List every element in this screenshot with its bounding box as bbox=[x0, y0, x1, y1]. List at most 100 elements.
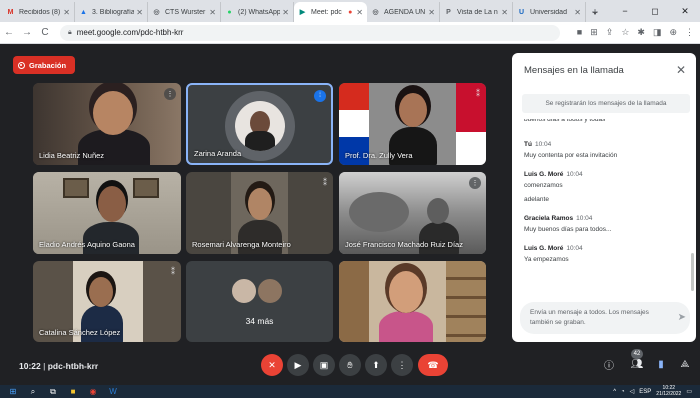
recording-label: Grabación bbox=[29, 60, 67, 70]
translate-icon[interactable]: ⊞ bbox=[590, 27, 598, 38]
tab-close-icon[interactable]: ✕ bbox=[136, 8, 143, 17]
reload-icon[interactable]: C bbox=[36, 27, 54, 38]
self-view-tile[interactable] bbox=[339, 261, 486, 342]
camera-icon[interactable]: ■ bbox=[577, 27, 582, 38]
notifications-icon[interactable]: ▭ bbox=[686, 388, 692, 395]
chat-messages: buenos días a todos y todas Tú 10:04 Muy … bbox=[524, 119, 684, 294]
more-options-button[interactable]: ⋮ bbox=[391, 354, 413, 376]
close-window-button[interactable]: ✕ bbox=[670, 0, 700, 22]
camera-toggle-button[interactable]: ▶ bbox=[287, 354, 309, 376]
chevron-up-icon[interactable]: ^ bbox=[613, 389, 616, 395]
system-tray: ^ ◔ ◁ ESP 10:22 21/12/2022 ▭ bbox=[613, 385, 692, 398]
leave-call-button[interactable]: ☎︎ bbox=[418, 354, 448, 376]
url-input[interactable]: 🔒︎ meet.google.com/pdc-htbh-krr bbox=[60, 24, 560, 41]
browser-tab[interactable]: ● (2) WhatsApp ✕ bbox=[221, 2, 294, 22]
star-icon[interactable]: ☆ bbox=[621, 27, 629, 38]
participant-tile[interactable]: ⋮ Lidia Beatriz Nuñez bbox=[33, 83, 181, 165]
participant-name: Rosemari Alvarenga Monteiro bbox=[192, 240, 291, 249]
participant-tile[interactable]: ⋮ José Francisco Machado Ruiz Díaz bbox=[339, 172, 486, 254]
sidepanel-icon[interactable]: ◨ bbox=[653, 27, 662, 38]
send-icon[interactable]: ➤ bbox=[678, 312, 686, 323]
activities-button[interactable]: ⟁ bbox=[676, 355, 694, 373]
chat-panel: Mensajes en la llamada ✕ Se registrarán … bbox=[512, 53, 696, 342]
tab-search-button[interactable]: ⌄ bbox=[580, 0, 610, 22]
clock[interactable]: 10:22 21/12/2022 bbox=[656, 385, 681, 397]
browser-tab[interactable]: ▲ 3. Bibliografía ✕ bbox=[75, 2, 148, 22]
chrome-icon[interactable]: ◉ bbox=[86, 387, 100, 397]
participant-tile[interactable]: ⁑ Rosemari Alvarenga Monteiro bbox=[186, 172, 333, 254]
chat-button[interactable]: ▮ bbox=[652, 355, 670, 373]
recording-badge[interactable]: Grabación bbox=[13, 56, 75, 74]
trees bbox=[349, 192, 409, 232]
more-participants-tile[interactable]: 34 más bbox=[186, 261, 333, 342]
chat-message-header: Tú 10:04 bbox=[524, 141, 684, 148]
chat-time: 10:04 bbox=[566, 171, 583, 178]
minimize-button[interactable]: − bbox=[610, 0, 640, 22]
participants-count-badge: 42 bbox=[631, 349, 643, 359]
windows-start-icon[interactable]: ⊞ bbox=[6, 387, 20, 397]
meeting-code[interactable]: pdc-htbh-krr bbox=[48, 361, 99, 371]
tab-close-icon[interactable]: ✕ bbox=[209, 8, 216, 17]
profile-icon[interactable]: ⊕ bbox=[669, 27, 677, 38]
participant-head bbox=[98, 186, 126, 222]
captions-button[interactable]: ▣ bbox=[313, 354, 335, 376]
tab-close-icon[interactable]: ✕ bbox=[428, 8, 435, 17]
restore-button[interactable]: ◻ bbox=[640, 0, 670, 22]
tab-close-icon[interactable]: ✕ bbox=[282, 8, 289, 17]
window-controls: ⌄ − ◻ ✕ bbox=[580, 0, 700, 22]
tab-close-icon[interactable]: ✕ bbox=[356, 8, 363, 17]
search-icon[interactable]: ⌕ bbox=[26, 387, 40, 397]
present-button[interactable]: ⬆ bbox=[365, 354, 387, 376]
menu-icon[interactable]: ⋮ bbox=[685, 27, 694, 38]
participant-tile[interactable]: ⁑ Catalina Sánchez López bbox=[33, 261, 181, 342]
screen: M Recibidos (8) ✕ ▲ 3. Bibliografía ✕ ◎ CTS W… bbox=[0, 0, 700, 398]
back-icon[interactable]: ← bbox=[0, 27, 18, 38]
share-icon[interactable]: ⇪ bbox=[606, 27, 614, 38]
browser-tab[interactable]: ◎ AGENDA UN ✕ bbox=[367, 2, 440, 22]
participant-head bbox=[427, 198, 449, 224]
close-icon[interactable]: ✕ bbox=[676, 63, 686, 77]
browser-tab-active[interactable]: ▶ Meet: pdc ● ✕ bbox=[294, 2, 367, 22]
word-icon[interactable]: W bbox=[106, 387, 120, 397]
network-icon[interactable]: ◔ bbox=[621, 389, 625, 395]
participant-tile[interactable]: Eladio Andrés Aquino Gaona bbox=[33, 172, 181, 254]
chat-message-group: Graciela Ramos 10:04 Muy buenos días para… bbox=[524, 215, 684, 233]
chat-input[interactable]: Envía un mensaje a todos. Los mensajes t… bbox=[520, 302, 690, 334]
meeting-time: 10:22 bbox=[19, 361, 41, 371]
participant-head bbox=[399, 93, 427, 127]
wall-picture bbox=[133, 178, 159, 198]
participant-tile-speaking[interactable]: ⦙ Zarina Aranda bbox=[186, 83, 333, 165]
browser-tab[interactable]: M Recibidos (8) ✕ bbox=[2, 2, 75, 22]
phone-hangup-icon: ☎︎ bbox=[427, 359, 439, 370]
tab-close-icon[interactable]: ✕ bbox=[63, 8, 70, 17]
forward-icon[interactable]: → bbox=[18, 27, 36, 38]
more-options-icon[interactable]: ⋮ bbox=[469, 177, 481, 189]
tab-label: (2) WhatsApp bbox=[238, 8, 281, 16]
mic-toggle-button[interactable]: ✕ bbox=[261, 354, 283, 376]
browser-tab[interactable]: ◎ CTS Wurster ✕ bbox=[148, 2, 221, 22]
participant-tile[interactable]: ⁑ Prof. Dra. Zully Vera bbox=[339, 83, 486, 165]
participant-name: Zarina Aranda bbox=[194, 149, 242, 158]
avatar bbox=[256, 277, 284, 305]
task-view-icon[interactable]: ⧉ bbox=[46, 387, 60, 397]
chat-time: 10:04 bbox=[534, 141, 552, 148]
more-options-icon[interactable]: ⋮ bbox=[164, 88, 176, 100]
raise-hand-button[interactable]: ✋︎ bbox=[339, 354, 361, 376]
tab-close-icon[interactable]: ✕ bbox=[501, 8, 508, 17]
chat-sender: Graciela Ramos bbox=[524, 215, 574, 222]
people-icon: 👥︎ bbox=[630, 358, 644, 370]
puzzle-icon[interactable]: ✱ bbox=[637, 27, 645, 38]
chat-scrollbar[interactable] bbox=[691, 253, 694, 291]
meeting-details-button[interactable]: ⓘ bbox=[600, 355, 618, 373]
browser-tab[interactable]: P Vista de La n ✕ bbox=[440, 2, 513, 22]
url-text: meet.google.com/pdc-htbh-krr bbox=[76, 28, 184, 37]
hand-icon: ✋︎ bbox=[347, 359, 353, 370]
volume-icon[interactable]: ◁ bbox=[630, 388, 635, 395]
browser-tab[interactable]: U Universidad ✕ bbox=[513, 2, 586, 22]
file-explorer-icon[interactable]: ■ bbox=[66, 387, 80, 397]
chat-message-text: Muy contenta por esta invitación bbox=[524, 152, 618, 159]
captions-icon: ▣ bbox=[319, 359, 329, 370]
chat-message-text: adelante bbox=[524, 196, 549, 203]
participant-head bbox=[389, 271, 423, 313]
language-indicator[interactable]: ESP bbox=[639, 389, 651, 395]
